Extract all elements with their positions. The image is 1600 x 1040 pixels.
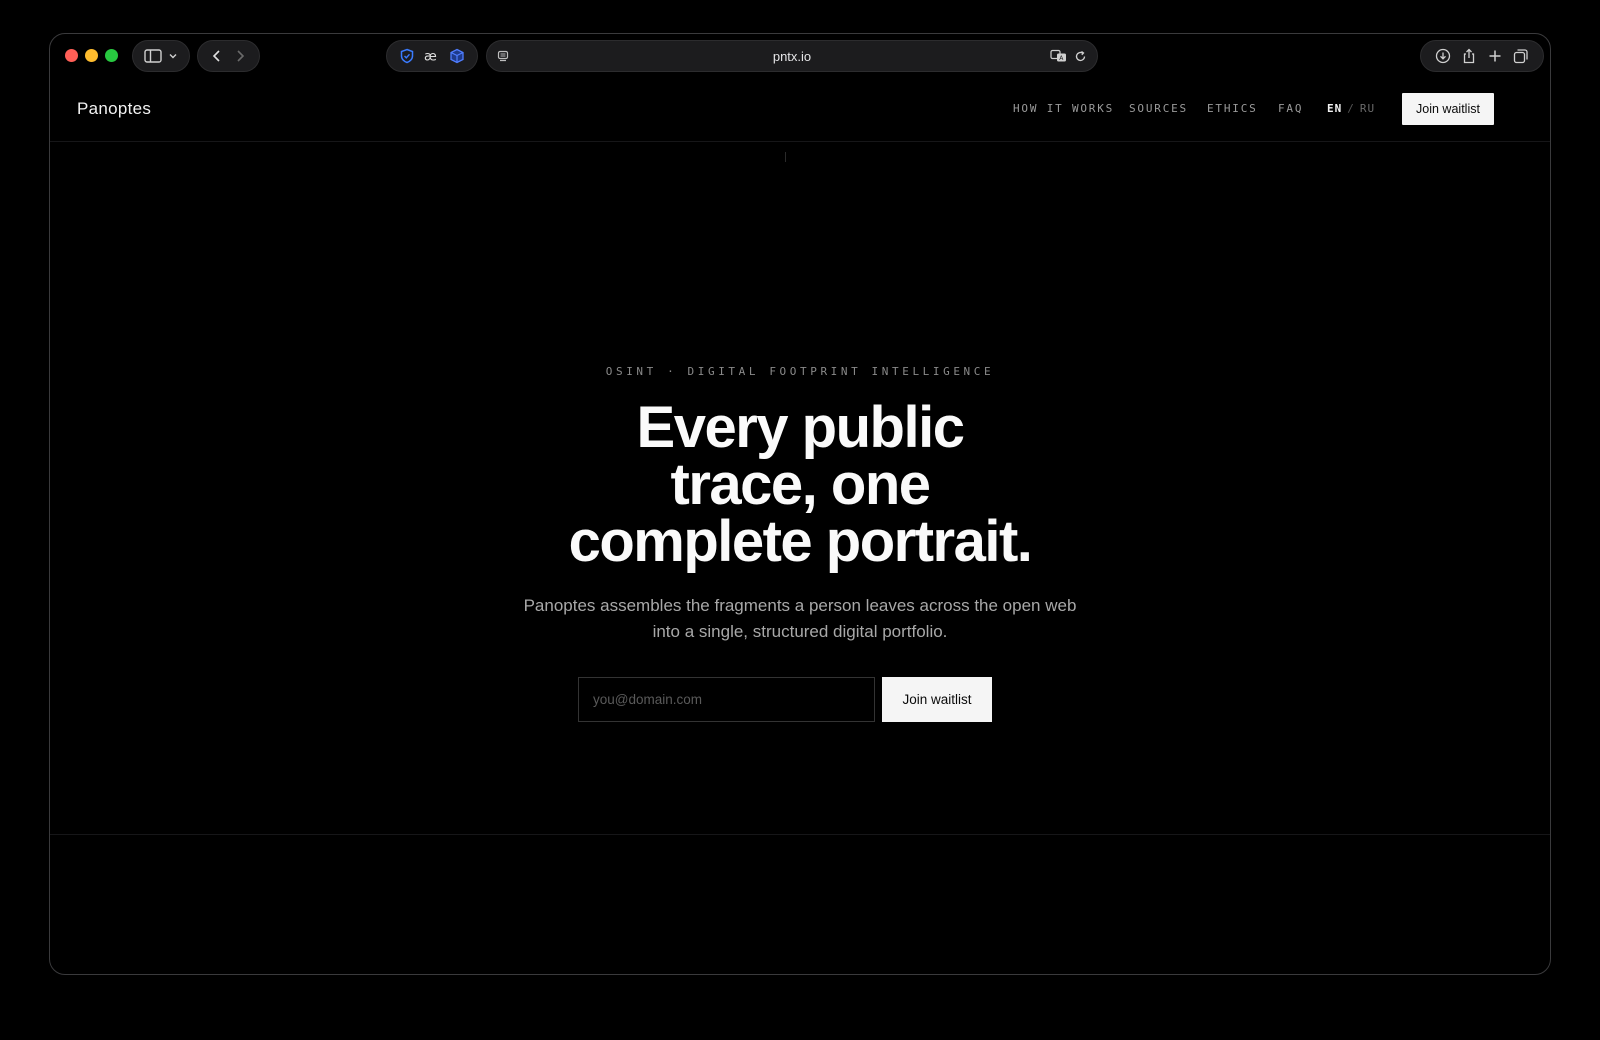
headline-line-2: trace, one [670, 452, 932, 517]
hero-join-waitlist-button[interactable]: Join waitlist [882, 677, 992, 722]
shield-extension-icon[interactable] [399, 48, 415, 64]
history-navigation [197, 40, 260, 72]
subhead-line-1: Panoptes assembles the fragments a perso… [523, 596, 1077, 615]
cube-extension-icon[interactable] [449, 48, 465, 64]
page-menu-icon[interactable] [497, 50, 509, 62]
zoom-window-button[interactable] [105, 49, 118, 62]
minimize-window-button[interactable] [85, 49, 98, 62]
translate-icon[interactable]: A [1050, 49, 1068, 63]
nav-ethics[interactable]: ETHICS [1207, 102, 1258, 115]
address-bar-actions: A [1050, 49, 1087, 63]
language-switcher: EN / RU [1327, 102, 1375, 115]
sidebar-icon[interactable] [144, 49, 162, 63]
ae-extension-icon[interactable]: æ [423, 48, 441, 65]
subhead-line-2: into a single, structured digital portfo… [652, 622, 948, 641]
sidebar-toggle-group [132, 40, 190, 72]
close-window-button[interactable] [65, 49, 78, 62]
nav-how-it-works[interactable]: HOW IT WORKS [1013, 102, 1114, 115]
browser-window: æ pntx.io A Panoptes HOW IT WORKS SOURCE… [49, 33, 1551, 975]
email-input[interactable] [578, 677, 875, 722]
lang-separator: / [1347, 102, 1355, 115]
svg-text:æ: æ [424, 50, 437, 65]
reload-icon[interactable] [1074, 50, 1087, 63]
hero-eyebrow: OSINT · DIGITAL FOOTPRINT INTELLIGENCE [605, 365, 995, 378]
headline-line-3: complete portrait. [568, 509, 1033, 574]
site-header: Panoptes HOW IT WORKS SOURCES ETHICS FAQ… [50, 80, 1550, 142]
scroll-line-decoration [785, 152, 786, 162]
hero-headline: Every public trace, one complete portrai… [50, 395, 1550, 574]
toolbar-actions [1420, 40, 1544, 72]
address-bar[interactable]: pntx.io A [486, 40, 1098, 72]
hero-subhead: Panoptes assembles the fragments a perso… [50, 593, 1550, 645]
site-logo[interactable]: Panoptes [77, 99, 151, 119]
section-divider [50, 834, 1550, 835]
chevron-down-icon[interactable] [168, 51, 178, 61]
lang-en[interactable]: EN [1327, 102, 1342, 115]
share-icon[interactable] [1462, 48, 1476, 64]
back-arrow-icon[interactable] [211, 49, 223, 63]
browser-toolbar: æ pntx.io A [50, 34, 1550, 80]
forward-arrow-icon[interactable] [234, 49, 246, 63]
extensions-group: æ [386, 40, 478, 72]
new-tab-icon[interactable] [1488, 49, 1502, 63]
header-join-waitlist-button[interactable]: Join waitlist [1402, 93, 1494, 125]
headline-line-1: Every public [636, 395, 965, 460]
url-text: pntx.io [772, 48, 812, 64]
nav-sources[interactable]: SOURCES [1129, 102, 1188, 115]
download-icon[interactable] [1435, 48, 1451, 64]
nav-faq[interactable]: FAQ [1278, 102, 1303, 115]
lang-ru[interactable]: RU [1360, 102, 1375, 115]
tab-overview-icon[interactable] [1513, 48, 1529, 64]
